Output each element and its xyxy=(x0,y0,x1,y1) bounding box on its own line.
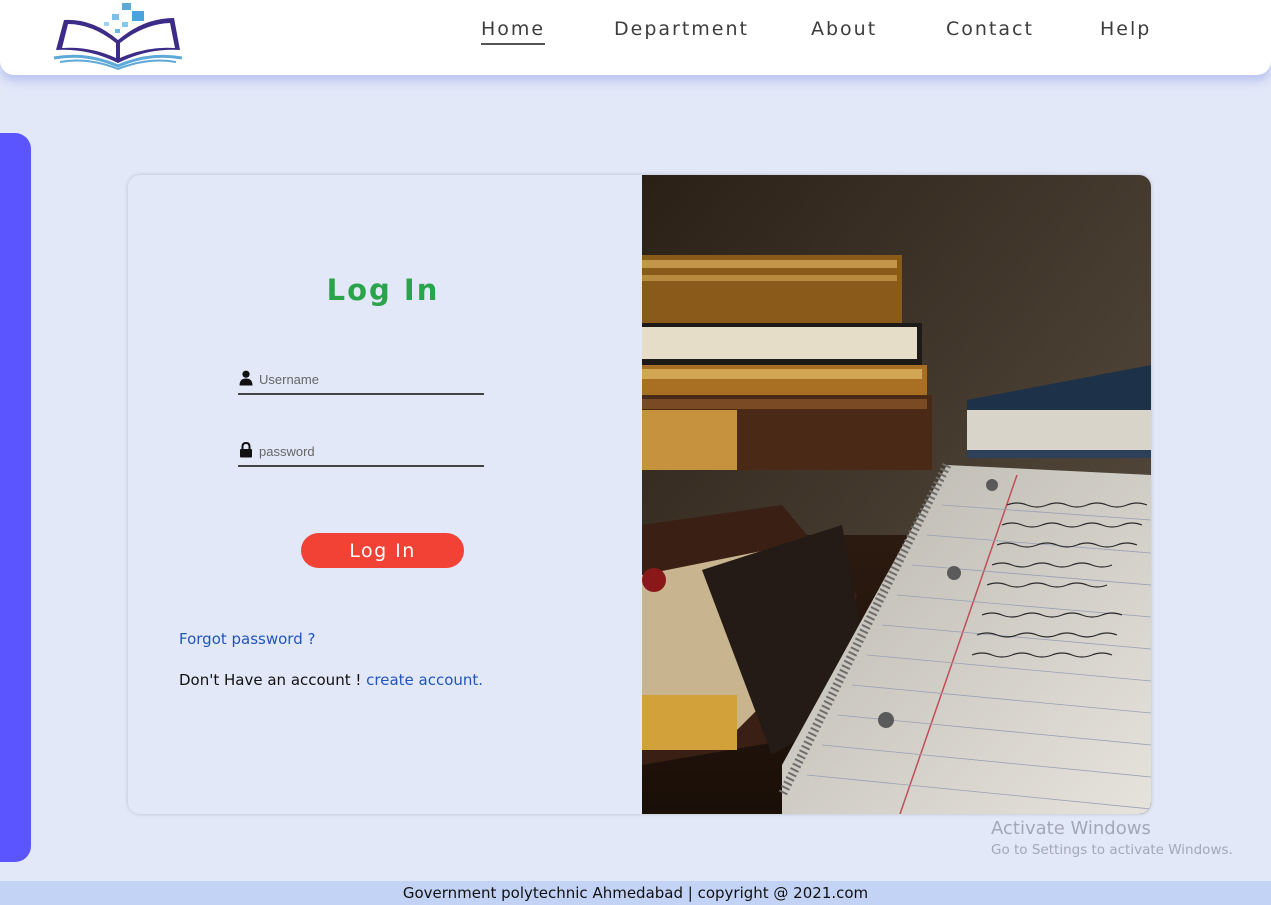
footer: Government polytechnic Ahmedabad | copyr… xyxy=(0,881,1271,905)
nav-department[interactable]: Department xyxy=(614,18,749,43)
password-field xyxy=(238,439,484,467)
nav-contact[interactable]: Contact xyxy=(946,18,1034,43)
password-input[interactable] xyxy=(259,439,481,463)
login-title: Log In xyxy=(326,273,440,307)
nav-help[interactable]: Help xyxy=(1100,18,1151,43)
windows-activation-watermark: Activate Windows Go to Settings to activ… xyxy=(991,818,1233,858)
watermark-subtitle: Go to Settings to activate Windows. xyxy=(991,842,1233,858)
user-icon xyxy=(239,370,253,386)
books-notebook-photo xyxy=(642,175,1151,814)
login-card: Log In Log In Forgot password ? Don't Ha… xyxy=(128,175,1151,814)
side-accent-bar xyxy=(0,133,31,862)
watermark-title: Activate Windows xyxy=(991,818,1151,839)
top-header: Home Department About Contact Help xyxy=(0,0,1271,75)
nav-about[interactable]: About xyxy=(811,18,877,43)
main-nav: Home Department About Contact Help xyxy=(0,18,1271,48)
signup-prompt: Don't Have an account ! create account. xyxy=(179,671,483,689)
footer-text: Government polytechnic Ahmedabad | copyr… xyxy=(402,884,869,902)
lock-icon xyxy=(240,442,252,458)
username-input[interactable] xyxy=(259,367,481,391)
username-field xyxy=(238,367,484,395)
login-button[interactable]: Log In xyxy=(301,533,464,568)
forgot-password-link[interactable]: Forgot password ? xyxy=(179,630,315,648)
no-account-text: Don't Have an account ! xyxy=(179,671,362,689)
nav-home[interactable]: Home xyxy=(481,18,546,45)
create-account-link[interactable]: create account. xyxy=(366,671,483,689)
